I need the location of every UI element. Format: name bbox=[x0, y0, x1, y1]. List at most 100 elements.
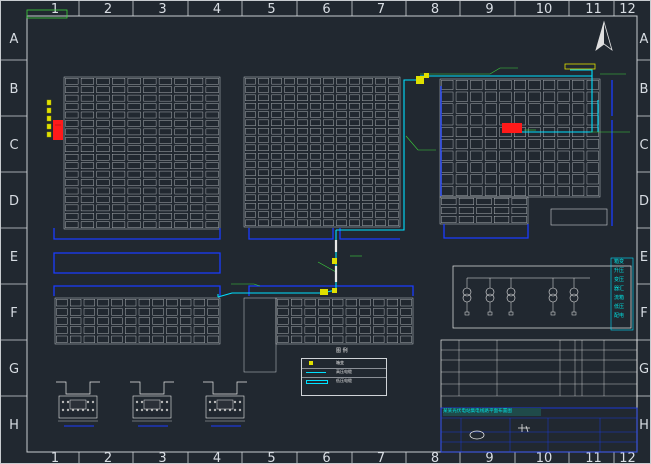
pv-module bbox=[336, 152, 347, 160]
ruler-row-left: C bbox=[9, 138, 18, 153]
pv-module bbox=[166, 335, 178, 343]
pv-module bbox=[388, 77, 399, 85]
pv-module bbox=[190, 120, 204, 127]
pv-module bbox=[158, 179, 172, 186]
pv-module bbox=[375, 177, 386, 185]
pv-module bbox=[111, 326, 123, 334]
pv-module bbox=[484, 138, 497, 149]
pv-module bbox=[143, 137, 157, 144]
pv-module bbox=[258, 186, 269, 193]
step-building bbox=[243, 297, 277, 373]
trench-outline bbox=[130, 381, 174, 395]
pv-module bbox=[543, 115, 556, 126]
pv-module bbox=[65, 145, 79, 152]
pv-module bbox=[388, 177, 399, 185]
pv-module bbox=[111, 299, 123, 307]
pv-module bbox=[174, 128, 188, 136]
pv-module bbox=[271, 194, 282, 202]
pv-module bbox=[336, 127, 347, 135]
legend-title: 图 例 bbox=[336, 348, 348, 354]
pv-module bbox=[441, 103, 454, 114]
pv-module bbox=[297, 186, 308, 193]
pv-module bbox=[514, 91, 526, 102]
pv-module bbox=[323, 202, 334, 210]
pv-module bbox=[375, 127, 386, 135]
ruler-col-top: 2 bbox=[104, 2, 112, 17]
pv-module bbox=[318, 317, 330, 325]
pv-module bbox=[127, 111, 141, 119]
pv-module bbox=[388, 211, 399, 218]
pv-module bbox=[245, 202, 256, 210]
pv-module bbox=[143, 213, 157, 220]
pv-module bbox=[125, 326, 137, 334]
pv-module bbox=[65, 213, 79, 220]
pv-module bbox=[174, 94, 188, 102]
pv-module bbox=[193, 308, 205, 316]
pv-module bbox=[127, 77, 141, 85]
ruler-col-top: 12 bbox=[619, 2, 636, 17]
pv-module bbox=[543, 91, 556, 102]
pv-module bbox=[174, 103, 188, 110]
pv-module bbox=[158, 213, 172, 220]
pv-module bbox=[112, 145, 126, 152]
pv-module bbox=[499, 150, 512, 161]
pv-module bbox=[56, 317, 68, 325]
cad-drawing-viewport[interactable]: 1 1 2 2 3 3 4 4 5 5 6 6 7 7 8 8 9 9 10 10 11 11 12 12 A A B B C C D D E E… bbox=[0, 0, 651, 464]
pv-module bbox=[158, 103, 172, 110]
pv-module bbox=[310, 152, 321, 160]
pv-module bbox=[388, 111, 399, 118]
pv-module bbox=[127, 145, 141, 152]
pv-module bbox=[359, 299, 371, 307]
pv-module bbox=[127, 162, 141, 169]
pv-module bbox=[271, 136, 282, 143]
single-line-frame bbox=[452, 265, 632, 329]
pv-module bbox=[349, 152, 360, 160]
pv-module bbox=[499, 162, 512, 173]
pv-module bbox=[455, 138, 468, 149]
pv-module bbox=[205, 86, 219, 93]
pv-module bbox=[586, 91, 599, 102]
pv-module bbox=[336, 86, 347, 93]
ruler-row-right: G bbox=[639, 362, 649, 377]
pv-module bbox=[362, 144, 373, 152]
trench-section-c bbox=[203, 381, 247, 427]
pv-module bbox=[310, 169, 321, 177]
pv-module bbox=[441, 215, 457, 223]
pv-module bbox=[359, 308, 371, 316]
pv-module bbox=[83, 299, 95, 307]
pv-module bbox=[174, 179, 188, 186]
pv-module bbox=[70, 317, 82, 325]
box-transformer-icon bbox=[332, 258, 337, 264]
pv-module bbox=[362, 177, 373, 185]
pv-module bbox=[207, 326, 219, 334]
pv-module bbox=[271, 111, 282, 118]
pv-module bbox=[158, 204, 172, 212]
lv-cable-east bbox=[443, 224, 529, 239]
pv-module bbox=[56, 326, 68, 334]
pv-module bbox=[96, 204, 110, 212]
pv-module bbox=[190, 145, 204, 152]
pv-module bbox=[271, 211, 282, 218]
pv-module bbox=[375, 86, 386, 93]
pv-module bbox=[271, 186, 282, 193]
pv-module bbox=[499, 138, 512, 149]
ruler-col-bottom: 3 bbox=[158, 451, 166, 464]
pv-module bbox=[284, 219, 295, 227]
pv-module bbox=[310, 211, 321, 218]
cable-duct bbox=[143, 399, 161, 410]
pv-module bbox=[190, 196, 204, 203]
pv-module bbox=[297, 194, 308, 202]
pv-module bbox=[336, 169, 347, 177]
pv-module bbox=[271, 177, 282, 185]
pv-module bbox=[572, 138, 585, 149]
pv-module bbox=[152, 308, 164, 316]
pv-module bbox=[190, 187, 204, 195]
pv-module bbox=[190, 204, 204, 212]
pv-module bbox=[143, 145, 157, 152]
transformer-symbol-icon bbox=[309, 361, 313, 365]
pv-module bbox=[152, 326, 164, 334]
pv-module bbox=[245, 127, 256, 135]
pv-module bbox=[310, 86, 321, 93]
pv-module bbox=[323, 186, 334, 193]
pv-module bbox=[514, 174, 526, 185]
